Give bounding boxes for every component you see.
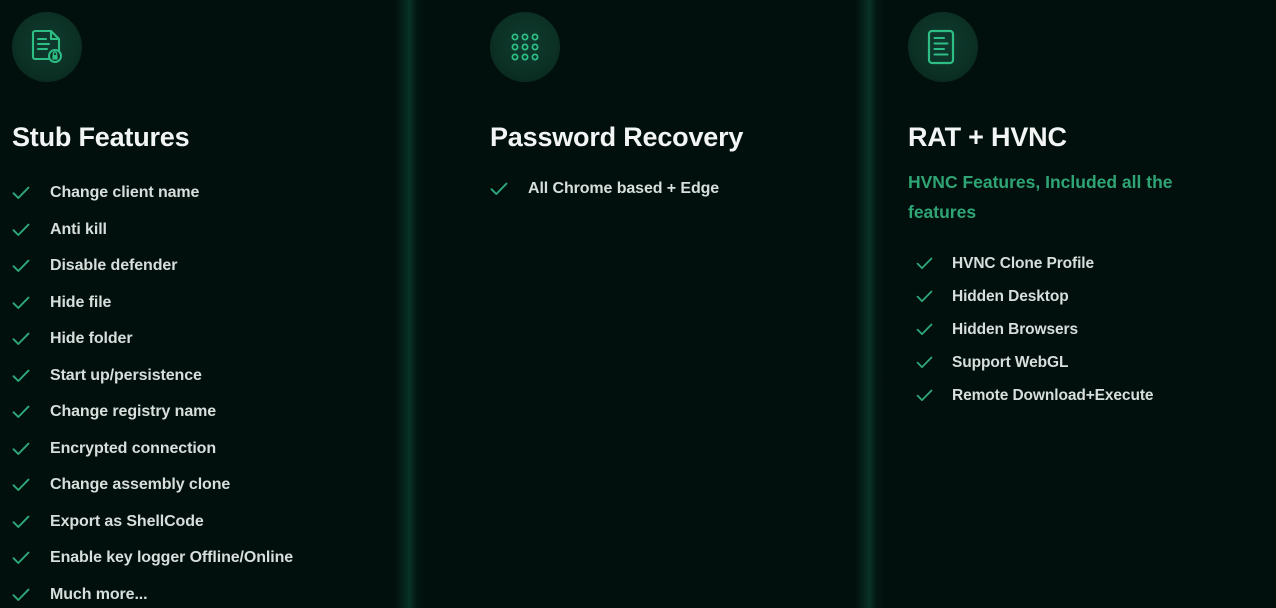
list-item: Hide file <box>12 285 420 322</box>
check-icon <box>916 290 942 303</box>
page-title: Password Recovery <box>490 122 744 152</box>
page-title: RAT + HVNC <box>908 122 1067 152</box>
check-icon <box>12 186 38 200</box>
list-item: Change assembly clone <box>12 467 420 504</box>
feature-list: Change client name Anti kill Disable def… <box>12 175 420 608</box>
list-item-label: Change registry name <box>50 403 217 421</box>
section-subtitle: HVNC Features, Included all the features <box>908 172 1173 223</box>
check-icon <box>490 182 516 196</box>
list-item-label: Support WebGL <box>952 353 1069 371</box>
check-icon <box>12 369 38 383</box>
list-item: Disable defender <box>12 248 420 285</box>
list-item-label: Change assembly clone <box>50 476 231 494</box>
list-item-label: Hide file <box>50 293 112 311</box>
list-item: Much more... <box>12 577 420 608</box>
page-title: Stub Features <box>12 122 190 152</box>
list-item-label: All Chrome based + Edge <box>528 180 720 198</box>
list-item-label: HVNC Clone Profile <box>952 254 1095 272</box>
list-item: Hide folder <box>12 321 420 358</box>
check-icon <box>916 257 942 270</box>
keypad-dots-icon <box>490 12 560 82</box>
check-icon <box>12 223 38 237</box>
list-item: Enable key logger Offline/Online <box>12 540 420 577</box>
feature-list: All Chrome based + Edge <box>490 171 880 208</box>
list-item-label: Hidden Desktop <box>952 287 1069 305</box>
check-icon <box>916 356 942 369</box>
list-item: Start up/persistence <box>12 358 420 395</box>
document-lines-icon <box>908 12 978 82</box>
list-item-label: Hide folder <box>50 330 133 348</box>
feature-column-rat-hvnc: RAT + HVNC HVNC Features, Included all t… <box>880 0 1276 608</box>
list-item-label: Enable key logger Offline/Online <box>50 549 294 567</box>
list-item-label: Encrypted connection <box>50 439 217 457</box>
check-icon <box>12 478 38 492</box>
list-item-label: Export as ShellCode <box>50 512 204 530</box>
document-lock-icon <box>12 12 82 82</box>
check-icon <box>12 405 38 419</box>
check-icon <box>12 442 38 456</box>
list-item: Anti kill <box>12 212 420 249</box>
feature-column-password-recovery: Password Recovery All Chrome based + Edg… <box>420 0 880 608</box>
list-item-label: Change client name <box>50 184 200 202</box>
list-item-label: Remote Download+Execute <box>952 386 1154 404</box>
list-item-label: Anti kill <box>50 220 107 238</box>
feature-columns-board: Stub Features Change client name Anti ki… <box>0 0 1276 608</box>
feature-list: HVNC Clone Profile Hidden Desktop Hidden… <box>916 247 1276 412</box>
check-icon <box>12 588 38 602</box>
list-item-label: Hidden Browsers <box>952 320 1078 338</box>
list-item: Encrypted connection <box>12 431 420 468</box>
feature-column-stub-features: Stub Features Change client name Anti ki… <box>0 0 420 608</box>
list-item: Hidden Browsers <box>916 313 1276 346</box>
list-item-label: Disable defender <box>50 257 178 275</box>
list-item: Hidden Desktop <box>916 280 1276 313</box>
list-item: HVNC Clone Profile <box>916 247 1276 280</box>
list-item: All Chrome based + Edge <box>490 171 880 208</box>
list-item: Export as ShellCode <box>12 504 420 541</box>
list-item-label: Start up/persistence <box>50 366 202 384</box>
check-icon <box>12 259 38 273</box>
check-icon <box>916 323 942 336</box>
list-item: Support WebGL <box>916 346 1276 379</box>
check-icon <box>12 515 38 529</box>
check-icon <box>916 389 942 402</box>
check-icon <box>12 296 38 310</box>
list-item: Remote Download+Execute <box>916 379 1276 412</box>
list-item: Change registry name <box>12 394 420 431</box>
check-icon <box>12 551 38 565</box>
list-item-label: Much more... <box>50 585 148 603</box>
check-icon <box>12 332 38 346</box>
list-item: Change client name <box>12 175 420 212</box>
